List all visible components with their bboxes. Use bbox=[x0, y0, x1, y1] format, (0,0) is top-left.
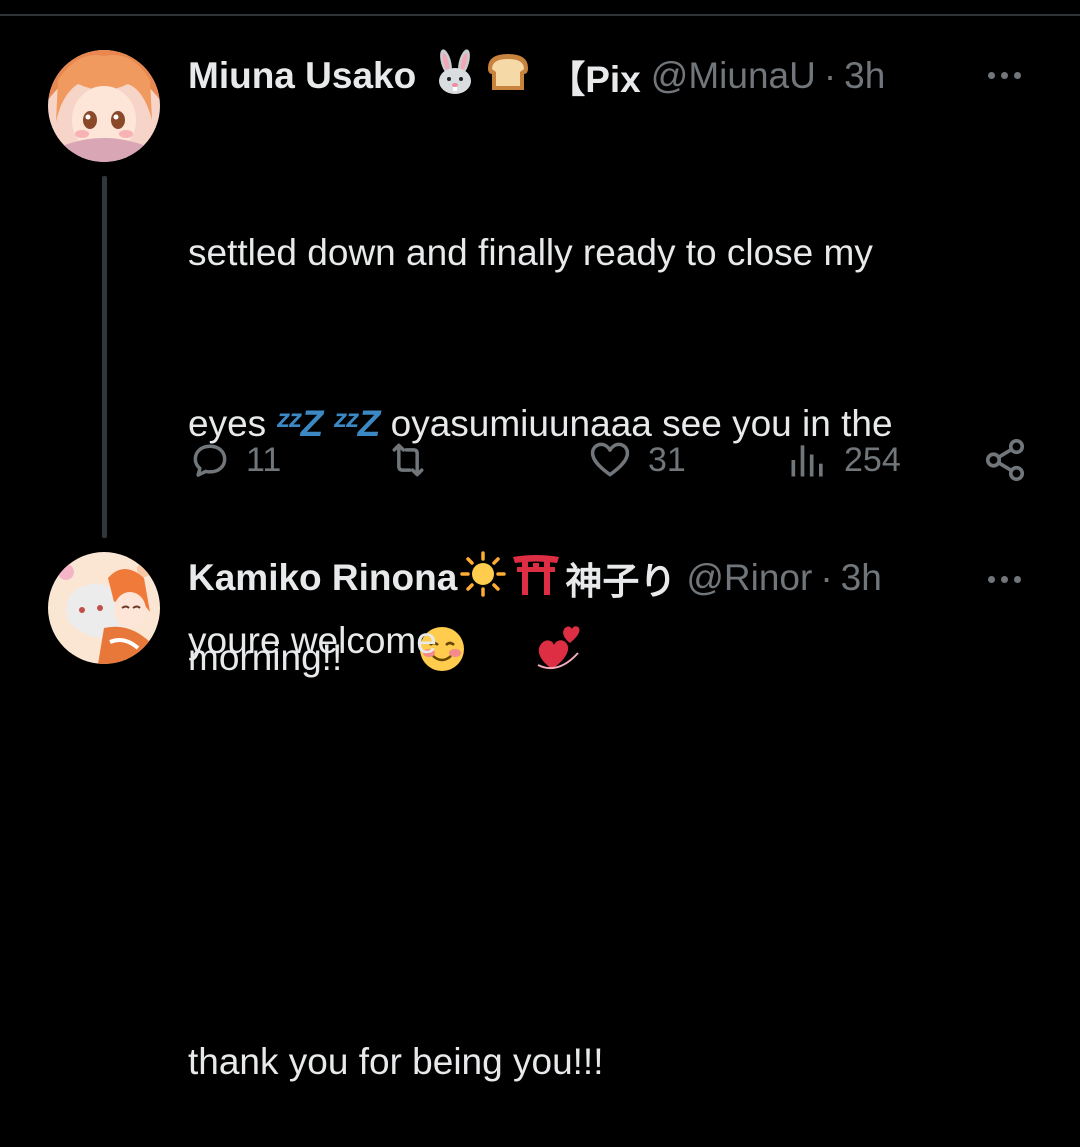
retweet-button[interactable] bbox=[384, 432, 446, 488]
more-options-icon[interactable] bbox=[988, 72, 1021, 79]
thread-connector-line bbox=[102, 176, 107, 538]
top-divider bbox=[0, 14, 1080, 16]
view-count: 254 bbox=[844, 440, 901, 479]
timestamp[interactable]: 3h bbox=[844, 55, 885, 97]
reply-author-name[interactable]: Kamiko Rinona bbox=[188, 557, 457, 599]
tweet-action-bar: 11 31 254 bbox=[188, 432, 1038, 488]
reply-icon bbox=[193, 444, 227, 477]
reply-count: 11 bbox=[246, 440, 282, 479]
heart-icon bbox=[590, 442, 630, 477]
rabbit-icon bbox=[432, 48, 478, 105]
reply-timestamp[interactable]: 3h bbox=[841, 557, 882, 599]
reply-author-handle[interactable]: @Rinor bbox=[686, 557, 812, 599]
avatar-kamiko[interactable] bbox=[48, 552, 160, 664]
reply-header: Kamiko Rinona 神子り @Rinor · 3h bbox=[188, 550, 882, 602]
torii-gate-icon bbox=[511, 551, 561, 606]
sun-icon bbox=[459, 550, 507, 607]
retweet-icon bbox=[392, 443, 424, 477]
views-button[interactable]: 254 bbox=[786, 432, 901, 488]
author-name[interactable]: Miuna Usako bbox=[188, 55, 416, 97]
author-name-suffix: 【Pix bbox=[548, 59, 641, 100]
share-button[interactable] bbox=[982, 432, 1028, 488]
like-button[interactable]: 31 bbox=[586, 432, 686, 488]
separator-dot: · bbox=[823, 55, 837, 96]
bread-icon bbox=[482, 50, 534, 103]
views-chart-icon bbox=[791, 445, 823, 477]
share-icon bbox=[985, 439, 1025, 481]
tweet-text-line-5: thank you for being you!!! bbox=[188, 1041, 604, 1082]
reply-more-options-icon[interactable] bbox=[988, 576, 1021, 583]
reply-text: youre welcome bbox=[188, 620, 437, 661]
author-handle[interactable]: @MiunaU bbox=[651, 55, 816, 97]
reply-author-name-suffix: 神子り bbox=[565, 561, 677, 602]
reply-button[interactable]: 11 bbox=[188, 432, 281, 488]
reply-separator-dot: · bbox=[820, 557, 833, 598]
like-count: 31 bbox=[648, 440, 686, 479]
avatar-miuna[interactable] bbox=[48, 50, 160, 162]
tweet-header: Miuna Usako 【Pix @MiunaU · 3h bbox=[188, 48, 885, 103]
tweet-text-line-1: settled down and finally ready to close … bbox=[188, 232, 873, 273]
